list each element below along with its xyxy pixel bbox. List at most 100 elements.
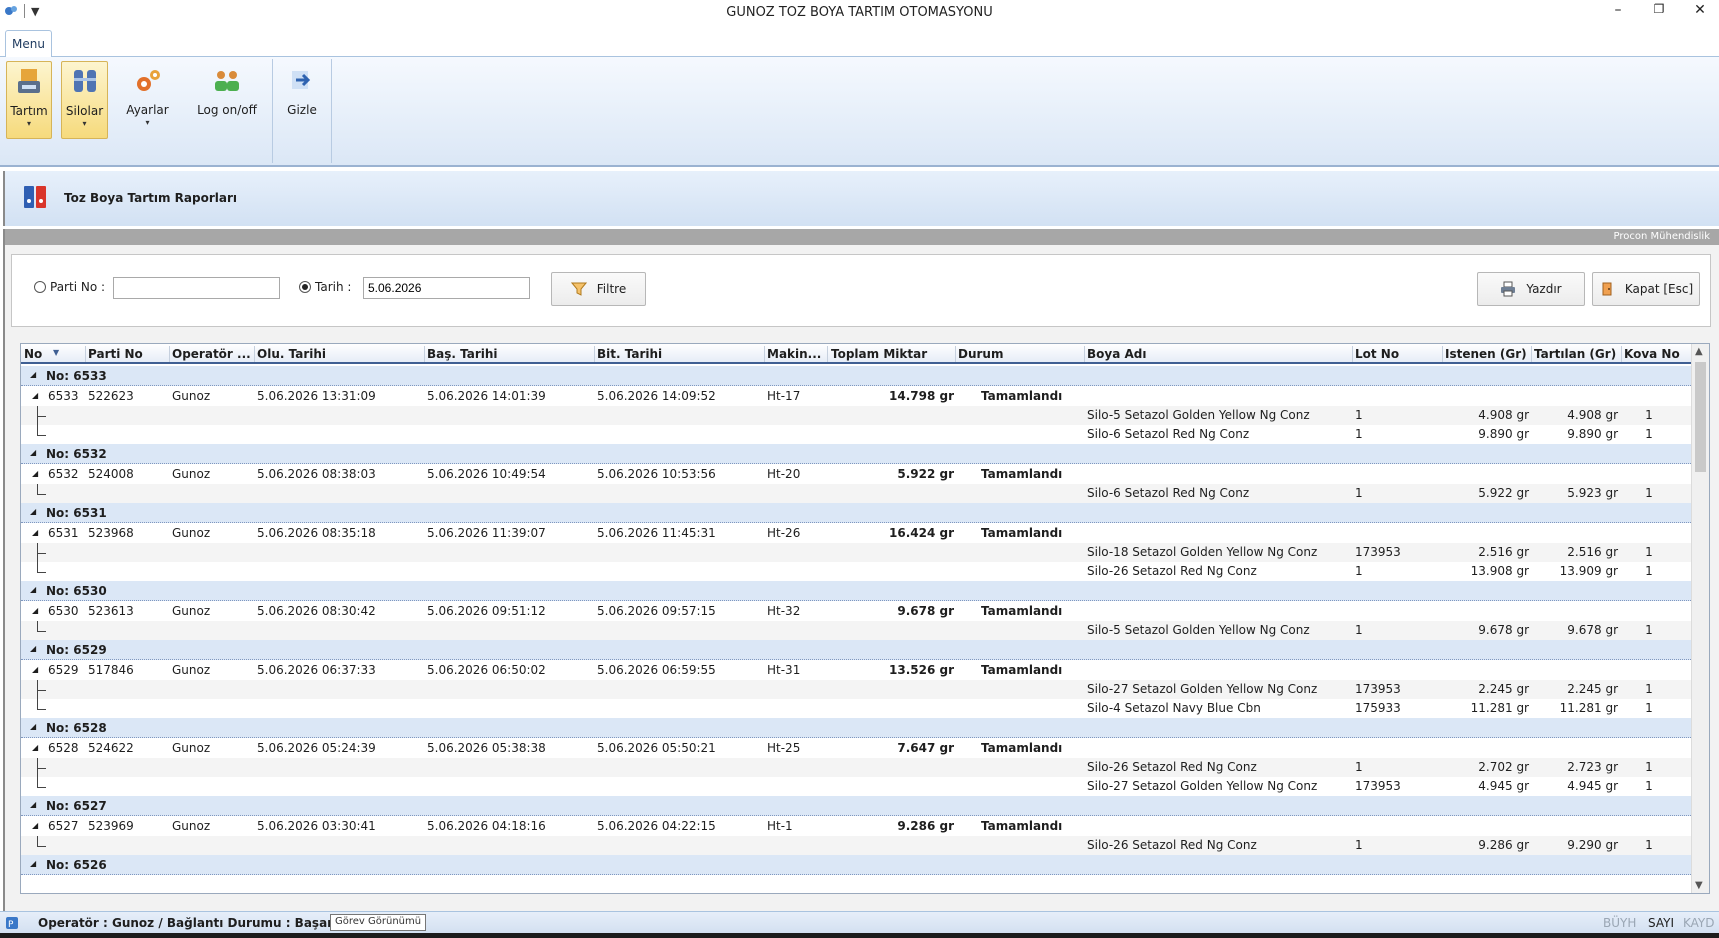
tab-menu[interactable]: Menu: [5, 30, 52, 58]
expand-triangle-icon[interactable]: ◢: [30, 859, 36, 868]
restore-button[interactable]: ❐: [1645, 2, 1673, 22]
cell-istenen: 4.945 gr: [1478, 779, 1529, 793]
cell-durum: Tamamlandı: [981, 819, 1063, 833]
minimize-button[interactable]: –: [1604, 2, 1632, 22]
col-header-lot-no[interactable]: Lot No: [1355, 347, 1435, 361]
table-row[interactable]: ◢ 6528 524622 Gunoz 5.06.2026 05:24:39 5.06.2…: [21, 739, 1691, 758]
tarih-input[interactable]: [363, 277, 530, 299]
cell-parti: 522623: [88, 389, 134, 403]
col-header-toplam-miktar[interactable]: Toplam Miktar: [831, 347, 956, 361]
expand-triangle-icon[interactable]: ◢: [30, 644, 36, 653]
detail-row[interactable]: Silo-26 Setazol Red Ng Conz 1 9.286 gr 9.29…: [21, 836, 1691, 855]
radio-circle-selected[interactable]: [299, 281, 311, 293]
detail-row[interactable]: Silo-27 Setazol Golden Yellow Ng Conz 173…: [21, 680, 1691, 699]
detail-row[interactable]: Silo-26 Setazol Red Ng Conz 1 2.702 gr 2.72…: [21, 758, 1691, 777]
col-header-olu-tarihi[interactable]: Olu. Tarihi: [257, 347, 407, 361]
group-row[interactable]: ◢ No: 6533: [21, 366, 1691, 386]
expand-triangle-icon[interactable]: ◢: [32, 528, 38, 537]
vertical-scrollbar[interactable]: ▲ ▼: [1691, 344, 1709, 893]
ayarlar-label: Ayarlar: [126, 103, 169, 117]
task-view-tooltip: Görev Görünümü: [330, 914, 427, 931]
col-header-boya-adi[interactable]: Boya Adı: [1087, 347, 1287, 361]
ayarlar-button[interactable]: Ayarlar ▾: [121, 61, 174, 139]
kapat-button[interactable]: Kapat [Esc]: [1592, 272, 1700, 306]
detail-row[interactable]: Silo-5 Setazol Golden Yellow Ng Conz 1 9.6…: [21, 621, 1691, 640]
group-row[interactable]: ◢ No: 6526: [21, 855, 1691, 875]
expand-triangle-icon[interactable]: ◢: [32, 743, 38, 752]
cell-boya: Silo-27 Setazol Golden Yellow Ng Conz: [1087, 682, 1318, 696]
col-header-kova-no[interactable]: Kova No: [1624, 347, 1689, 361]
col-header-parti-no[interactable]: Parti No: [88, 347, 168, 361]
table-row[interactable]: ◢ 6527 523969 Gunoz 5.06.2026 03:30:41 5.06.2…: [21, 817, 1691, 836]
cell-istenen: 9.286 gr: [1478, 838, 1529, 852]
col-header-bit-tarihi[interactable]: Bit. Tarihi: [597, 347, 747, 361]
group-label: No: 6532: [46, 447, 107, 461]
scroll-down-icon[interactable]: ▼: [1695, 880, 1703, 891]
expand-triangle-icon[interactable]: ◢: [32, 821, 38, 830]
table-row[interactable]: ◢ 6532 524008 Gunoz 5.06.2026 08:38:03 5.06.2…: [21, 465, 1691, 484]
column-separator: [254, 346, 255, 362]
detail-row[interactable]: Silo-6 Setazol Red Ng Conz 1 9.890 gr 9.890…: [21, 425, 1691, 444]
group-row[interactable]: ◢ No: 6530: [21, 581, 1691, 601]
group-row[interactable]: ◢ No: 6529: [21, 640, 1691, 660]
cell-tartilan: 11.281 gr: [1559, 701, 1618, 715]
table-row[interactable]: ◢ 6531 523968 Gunoz 5.06.2026 08:35:18 5.06.2…: [21, 524, 1691, 543]
detail-row[interactable]: Silo-18 Setazol Golden Yellow Ng Conz 173…: [21, 543, 1691, 562]
group-row[interactable]: ◢ No: 6532: [21, 444, 1691, 464]
radio-circle[interactable]: [34, 281, 46, 293]
group-row[interactable]: ◢ No: 6531: [21, 503, 1691, 523]
group-row[interactable]: ◢ No: 6527: [21, 796, 1691, 816]
tarih-radio[interactable]: Tarih :: [299, 280, 351, 294]
gizle-button[interactable]: Gizle: [280, 61, 324, 139]
table-row[interactable]: ◢ 6530 523613 Gunoz 5.06.2026 08:30:42 5.06.2…: [21, 602, 1691, 621]
gizle-label: Gizle: [287, 103, 317, 117]
col-header-istenen[interactable]: Istenen (Gr): [1445, 347, 1533, 361]
parti-no-radio[interactable]: Parti No :: [34, 280, 105, 294]
scrollbar-thumb[interactable]: [1695, 362, 1706, 472]
col-header-operator[interactable]: Operatör ...: [172, 347, 252, 361]
expand-triangle-icon[interactable]: ◢: [30, 507, 36, 516]
detail-row[interactable]: Silo-6 Setazol Red Ng Conz 1 5.922 gr 5.923…: [21, 484, 1691, 503]
table-row[interactable]: ◢ 6533 522623 Gunoz 5.06.2026 13:31:09 5.06.2…: [21, 387, 1691, 406]
report-grid[interactable]: No ▼ Parti No Operatör ... Olu. Tarihi B…: [20, 343, 1710, 894]
window-title: GUNOZ TOZ BOYA TARTIM OTOMASYONU: [726, 5, 993, 20]
cell-makine: Ht-20: [767, 467, 801, 481]
log-on-off-button[interactable]: Log on/off: [192, 61, 262, 139]
cell-istenen: 4.908 gr: [1478, 408, 1529, 422]
cell-tartilan: 9.290 gr: [1567, 838, 1618, 852]
expand-triangle-icon[interactable]: ◢: [32, 606, 38, 615]
tree-connector: [37, 543, 47, 562]
expand-triangle-icon[interactable]: ◢: [30, 585, 36, 594]
cell-istenen: 2.702 gr: [1478, 760, 1529, 774]
expand-triangle-icon[interactable]: ◢: [30, 370, 36, 379]
silolar-button[interactable]: Silolar ▾: [61, 61, 108, 139]
detail-row[interactable]: Silo-4 Setazol Navy Blue Cbn 175933 11.281…: [21, 699, 1691, 718]
yazdir-button[interactable]: Yazdır: [1477, 272, 1585, 306]
log-on-off-label: Log on/off: [197, 103, 257, 117]
cell-bas: 5.06.2026 06:50:02: [427, 663, 546, 677]
detail-row[interactable]: Silo-27 Setazol Golden Yellow Ng Conz 173…: [21, 777, 1691, 796]
cell-toplam: 5.922 gr: [897, 467, 954, 481]
expand-triangle-icon[interactable]: ◢: [32, 391, 38, 400]
group-row[interactable]: ◢ No: 6528: [21, 718, 1691, 738]
col-header-bas-tarihi[interactable]: Baş. Tarihi: [427, 347, 577, 361]
col-header-durum[interactable]: Durum: [958, 347, 1078, 361]
filtre-button[interactable]: Filtre: [551, 272, 646, 306]
close-window-button[interactable]: ✕: [1686, 2, 1714, 22]
detail-row[interactable]: Silo-26 Setazol Red Ng Conz 1 13.908 gr 13.…: [21, 562, 1691, 581]
filtre-label: Filtre: [596, 282, 627, 296]
col-header-tartilan[interactable]: Tartılan (Gr): [1534, 347, 1622, 361]
table-row[interactable]: ◢ 6529 517846 Gunoz 5.06.2026 06:37:33 5.06.2…: [21, 661, 1691, 680]
expand-triangle-icon[interactable]: ◢: [30, 722, 36, 731]
scroll-up-icon[interactable]: ▲: [1695, 346, 1703, 357]
col-header-makine[interactable]: Makin...: [767, 347, 827, 361]
expand-triangle-icon[interactable]: ◢: [30, 800, 36, 809]
parti-no-input[interactable]: [113, 277, 280, 299]
expand-triangle-icon[interactable]: ◢: [32, 665, 38, 674]
ribbon-separator: [331, 59, 332, 163]
expand-triangle-icon[interactable]: ◢: [32, 469, 38, 478]
cell-lot: 1: [1355, 838, 1363, 852]
detail-row[interactable]: Silo-5 Setazol Golden Yellow Ng Conz 1 4.9…: [21, 406, 1691, 425]
tartim-button[interactable]: Tartım ▾: [6, 61, 52, 139]
expand-triangle-icon[interactable]: ◢: [30, 448, 36, 457]
